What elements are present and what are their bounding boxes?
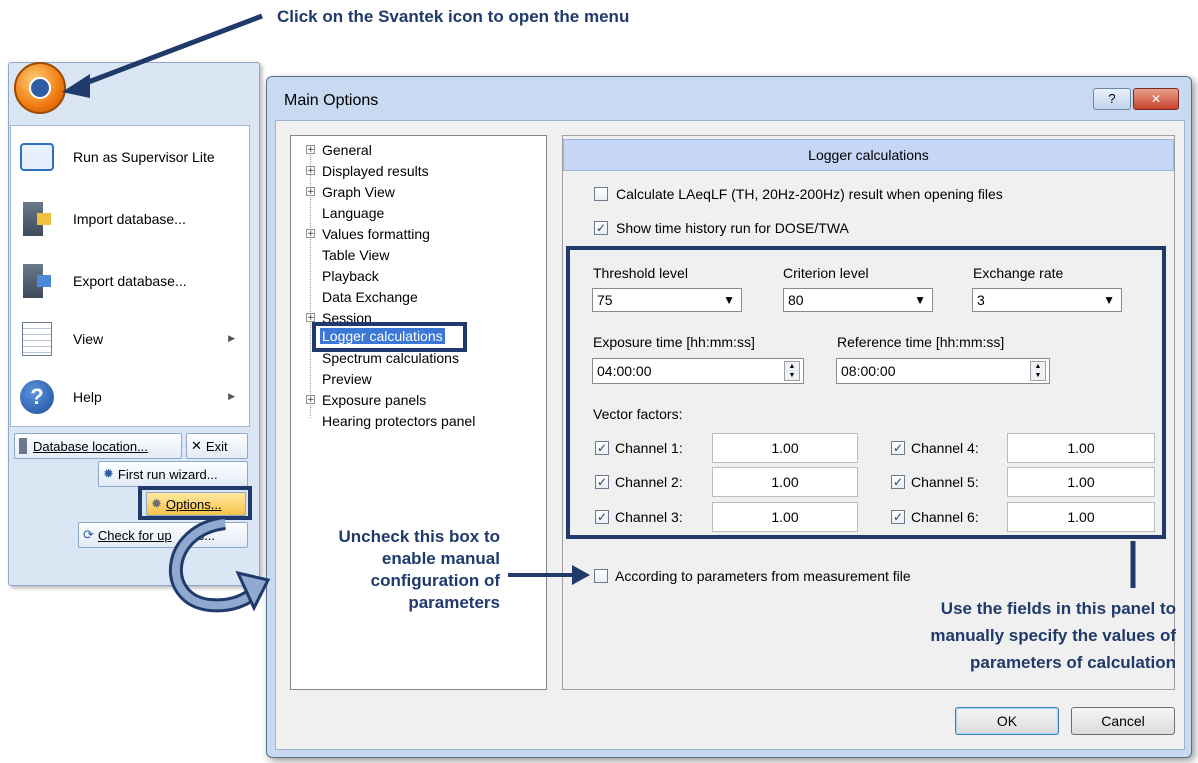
uncheck-callout-arrowhead [572,565,590,585]
panel-callout-text: Use the fields in this panel to manually… [930,599,1176,672]
top-callout-text: Click on the Svantek icon to open the me… [277,7,630,26]
top-callout-arrowhead [62,74,90,98]
top-callout-arrow [77,13,263,89]
uncheck-callout-text: Uncheck this box to enable manual config… [338,527,500,612]
